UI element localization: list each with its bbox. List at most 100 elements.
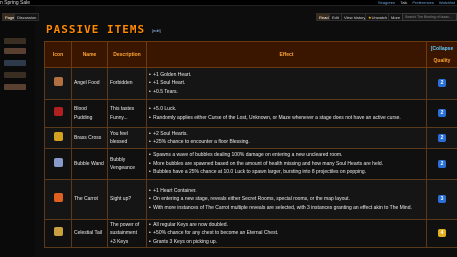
header-effect: Effect [146, 41, 427, 68]
user-link-watchlist[interactable]: Watchlist [439, 0, 455, 6]
sidebar-nav-icon[interactable] [4, 72, 26, 78]
bullet-icon: • [149, 106, 153, 113]
effect-text: Randomly applies either Curse of the Los… [153, 114, 401, 121]
quality-cell: 2 [426, 148, 457, 180]
effect-line: • With more instances of The Carrot mult… [149, 204, 424, 212]
bullet-icon: • [149, 80, 153, 87]
item-icon-cell [44, 127, 72, 149]
item-effect: • +5.0 Luck. • Randomly applies either Cu… [146, 99, 427, 128]
quality-badge: 3 [438, 195, 446, 204]
effect-text: Grants 3 Keys on picking up. [153, 238, 218, 245]
item-description: Forbidden [107, 67, 147, 100]
bullet-icon: • [149, 71, 153, 78]
table-row: Bubble Wand Bubbly Vengeance • Spawns a wa… [44, 148, 457, 180]
effect-text: +1 Soul Heart. [153, 80, 186, 87]
bullet-icon: • [149, 152, 153, 159]
table-row: The Carrot Sight up? • +1 Heart Container.… [44, 179, 457, 220]
item-name-link[interactable]: Bubble Wand [71, 148, 108, 180]
table-row: Celestial Tail The power of sustainment +… [44, 218, 457, 249]
table-row: Blood Pudding This tastes Funny... • +5.0 … [44, 99, 457, 128]
item-icon[interactable] [53, 157, 63, 167]
tab-edit[interactable]: Edit [329, 13, 342, 21]
item-name-link[interactable]: Celestial Tail [71, 218, 108, 249]
effect-line: • +1 Soul Heart. [149, 79, 424, 87]
effect-line: • +50% chance for any chest to become an… [149, 229, 424, 237]
item-icon[interactable] [53, 227, 63, 237]
effect-line: • More bubbles are spawned based on the … [149, 160, 424, 168]
item-icon[interactable] [53, 107, 63, 117]
item-effect: • +2 Soul Hearts. • +25% chance to encoun… [146, 127, 427, 149]
item-name-link[interactable]: The Carrot [71, 179, 108, 220]
tab-unwatch[interactable]: ★Unwatch [365, 13, 391, 21]
header-name: Name [71, 41, 108, 68]
user-links: Seagreen Talk Preferences Watchlist [378, 0, 455, 6]
effect-text: Bubbles have a 25% chance at 10.0 Luck t… [153, 169, 367, 176]
effect-line: • +2 Soul Hearts. [149, 130, 424, 138]
user-link-preferences[interactable]: Preferences [412, 0, 434, 6]
effect-line: • +1 Golden Heart. [149, 71, 424, 79]
item-description: You feel blessed [107, 127, 147, 149]
item-icon-cell [44, 67, 72, 100]
effect-line: • +25% chance to encounter a floor Bless… [149, 138, 424, 146]
passive-items-table: Icon Name Description Effect [Collapse Q… [44, 41, 457, 249]
tab-more[interactable]: More [388, 13, 404, 21]
effect-text: Spawns a wave of bubbles dealing 100% da… [153, 152, 343, 159]
header-quality-label: Quality [433, 57, 451, 64]
effect-line: • On entering a new stage, reveals eithe… [149, 195, 424, 203]
item-name-link[interactable]: Blood Pudding [71, 99, 108, 128]
effect-line: • +1 Heart Container. [149, 187, 424, 195]
effect-text: +1 Golden Heart. [153, 71, 192, 78]
effect-line: • Randomly applies either Curse of the L… [149, 114, 424, 122]
item-description: Bubbly Vengeance [107, 148, 147, 180]
effect-text: On entering a new stage, reveals either … [153, 196, 350, 203]
tab-discussion[interactable]: Discussion [14, 13, 40, 21]
quality-badge: 2 [438, 109, 446, 118]
bullet-icon: • [149, 196, 153, 203]
item-name-link[interactable]: Brass Cross [71, 127, 108, 149]
header-description: Description [107, 41, 147, 68]
quality-badge: 4 [438, 229, 446, 238]
item-icon[interactable] [53, 131, 63, 141]
user-link-username[interactable]: Seagreen [378, 0, 395, 6]
bullet-icon: • [149, 88, 153, 95]
table-row: Angel Food Forbidden • +1 Golden Heart. • +… [44, 67, 457, 100]
sidebar [0, 6, 35, 257]
search-input[interactable]: Search The Binding of Isaac... [402, 13, 457, 21]
item-name-link[interactable]: Angel Food [71, 67, 108, 100]
effect-text: With more instances of The Carrot multip… [153, 204, 412, 211]
effect-text: +0.5 Tears. [153, 88, 178, 95]
sidebar-nav-icon[interactable] [4, 84, 26, 90]
user-link-talk[interactable]: Talk [400, 0, 407, 6]
quality-cell: 2 [426, 99, 457, 128]
sidebar-nav-icon[interactable] [4, 48, 26, 54]
effect-text: All regular Keys are now doubled. [153, 222, 228, 228]
quality-badge: 2 [438, 79, 446, 88]
header-icon: Icon [44, 41, 72, 68]
sidebar-nav-icon[interactable] [4, 60, 26, 66]
effect-line: • Bubbles have a 25% chance at 10.0 Luck… [149, 168, 424, 176]
effect-text: +2 Soul Hearts. [153, 130, 188, 137]
item-icon-cell [44, 218, 72, 249]
effect-line: • +0.5 Tears. [149, 88, 424, 96]
item-icon[interactable] [53, 77, 63, 87]
item-icon[interactable] [53, 193, 63, 203]
item-icon-cell [44, 148, 72, 180]
bullet-icon: • [149, 130, 153, 137]
quality-cell: 4 [426, 218, 457, 249]
item-effect: • +1 Heart Container. • On entering a new… [146, 179, 427, 220]
effect-text: +25% chance to encounter a floor Blessin… [153, 139, 250, 145]
section-edit-link[interactable]: [edit] [152, 28, 161, 33]
quality-cell: 3 [426, 179, 457, 220]
quality-cell: 2 [426, 127, 457, 149]
bullet-icon: • [149, 204, 153, 211]
effect-line: • +5.0 Luck. [149, 105, 424, 113]
item-description: Sight up? [107, 179, 147, 220]
sidebar-logo-icon[interactable] [4, 38, 26, 44]
header-quality: [Collapse Quality [426, 41, 457, 68]
effect-text: +50% chance for any chest to become an E… [153, 230, 279, 237]
collapse-button[interactable]: [Collapse [427, 46, 457, 52]
table-row: Brass Cross You feel blessed • +2 Soul Hea… [44, 127, 457, 149]
page-title: PASSIVE ITEMS [46, 23, 146, 36]
bullet-icon: • [149, 160, 153, 167]
bullet-icon: • [149, 139, 153, 145]
